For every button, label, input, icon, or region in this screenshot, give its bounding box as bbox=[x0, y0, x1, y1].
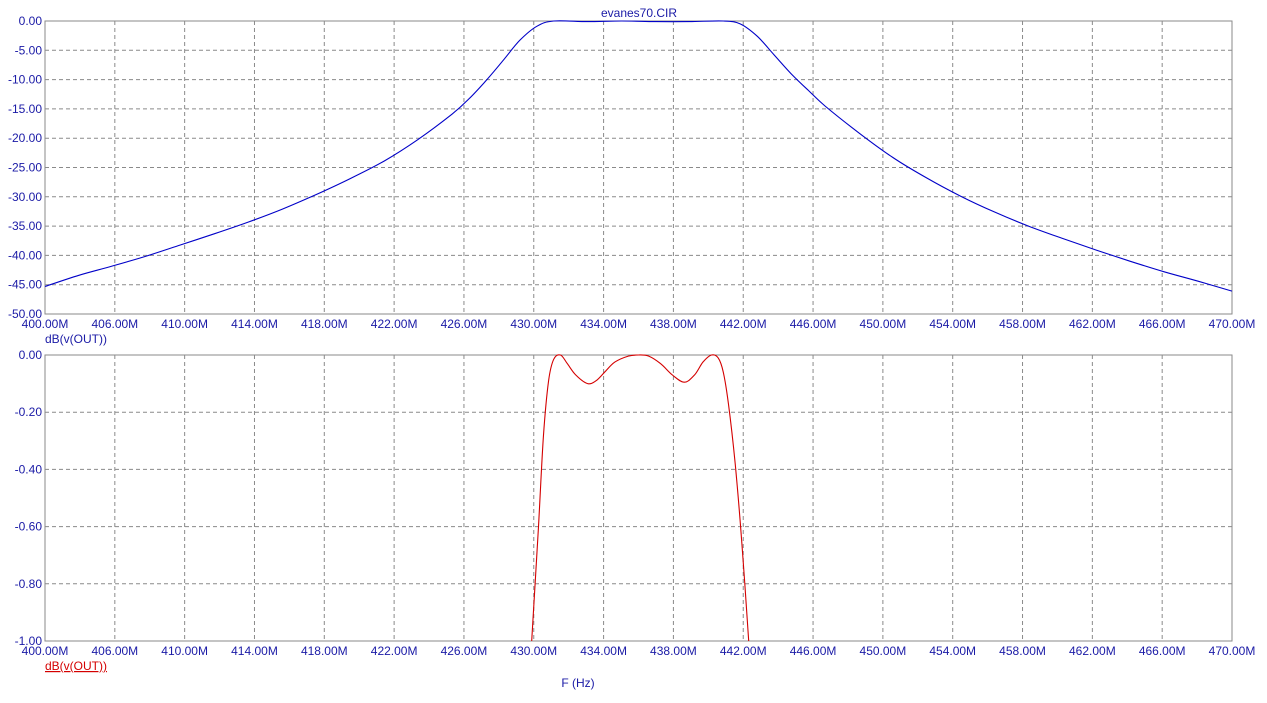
top-y-tick-label: -15.00 bbox=[8, 102, 42, 116]
bottom-x-tick-label: 418.00M bbox=[301, 644, 348, 658]
bottom-series-line-dB-vOUT bbox=[531, 354, 750, 642]
top-x-tick-label: 414.00M bbox=[231, 317, 278, 331]
top-x-tick-label: 422.00M bbox=[371, 317, 418, 331]
bottom-y-tick-labels: 0.00-0.20-0.40-0.60-0.80-1.00 bbox=[15, 348, 43, 648]
bottom-x-tick-label: 434.00M bbox=[580, 644, 627, 658]
top-grid bbox=[45, 21, 1232, 314]
top-y-tick-labels: 0.00 -5.00 -10.00 -15.00 -20.00 -25.00 -30.00 -… bbox=[8, 14, 42, 321]
bottom-y-tick-label: -0.20 bbox=[15, 405, 43, 419]
bottom-x-tick-labels: 400.00M 406.00M 410.00M 414.00M 418.00M 422.0… bbox=[22, 644, 1256, 658]
top-y-tick-label: -20.00 bbox=[8, 131, 42, 145]
top-y-tick-label: -35.00 bbox=[8, 219, 42, 233]
bottom-y-tick-label: 0.00 bbox=[19, 348, 43, 362]
top-x-tick-label: 426.00M bbox=[441, 317, 488, 331]
top-x-tick-label: 466.00M bbox=[1139, 317, 1186, 331]
bottom-x-tick-label: 466.00M bbox=[1139, 644, 1186, 658]
top-x-tick-label: 458.00M bbox=[999, 317, 1046, 331]
top-x-tick-label: 470.00M bbox=[1209, 317, 1256, 331]
bottom-x-tick-label: 470.00M bbox=[1209, 644, 1256, 658]
bottom-x-tick-label: 438.00M bbox=[650, 644, 697, 658]
bottom-x-tick-label: 426.00M bbox=[441, 644, 488, 658]
top-x-tick-label: 434.00M bbox=[580, 317, 627, 331]
bottom-x-tick-label: 442.00M bbox=[720, 644, 767, 658]
top-y-tick-label: -45.00 bbox=[8, 278, 42, 292]
top-x-tick-label: 438.00M bbox=[650, 317, 697, 331]
chart-area: evanes70.CIR 0.00 -5.00 -10.00 -15.00 -20.00… bbox=[8, 6, 1256, 690]
bottom-x-tick-label: 414.00M bbox=[231, 644, 278, 658]
chart-title: evanes70.CIR bbox=[601, 6, 677, 20]
bottom-x-tick-label: 410.00M bbox=[161, 644, 208, 658]
top-y-tick-label: -40.00 bbox=[8, 248, 42, 262]
bottom-x-tick-label: 454.00M bbox=[929, 644, 976, 658]
top-y-tick-label: -30.00 bbox=[8, 190, 42, 204]
top-x-tick-label: 406.00M bbox=[91, 317, 138, 331]
top-x-tick-label: 450.00M bbox=[860, 317, 907, 331]
x-axis-label: F (Hz) bbox=[561, 676, 594, 690]
top-x-tick-label: 410.00M bbox=[161, 317, 208, 331]
bottom-x-tick-label: 400.00M bbox=[22, 644, 69, 658]
bottom-y-tick-label: -0.80 bbox=[15, 577, 43, 591]
top-x-tick-label: 446.00M bbox=[790, 317, 837, 331]
top-y-tick-label: 0.00 bbox=[19, 14, 43, 28]
top-x-tick-label: 462.00M bbox=[1069, 317, 1116, 331]
bottom-plot: 0.00-0.20-0.40-0.60-0.80-1.00 400.00M 406… bbox=[15, 348, 1256, 690]
bottom-x-tick-label: 450.00M bbox=[860, 644, 907, 658]
bottom-y-tick-label: -0.40 bbox=[15, 462, 43, 476]
top-y-tick-label: -10.00 bbox=[8, 73, 42, 87]
top-y-tick-label: -25.00 bbox=[8, 161, 42, 175]
bottom-y-tick-label: -0.60 bbox=[15, 520, 43, 534]
bottom-x-tick-label: 422.00M bbox=[371, 644, 418, 658]
top-x-tick-label: 454.00M bbox=[929, 317, 976, 331]
bottom-plot-frame bbox=[44, 354, 1233, 642]
top-y-tick-label: -5.00 bbox=[15, 43, 43, 57]
top-x-tick-label: 442.00M bbox=[720, 317, 767, 331]
top-x-tick-label: 430.00M bbox=[510, 317, 557, 331]
top-x-tick-label: 400.00M bbox=[22, 317, 69, 331]
bottom-x-tick-label: 458.00M bbox=[999, 644, 1046, 658]
bottom-x-tick-label: 462.00M bbox=[1069, 644, 1116, 658]
top-x-tick-label: 418.00M bbox=[301, 317, 348, 331]
top-plot: evanes70.CIR 0.00 -5.00 -10.00 -15.00 -20.00… bbox=[8, 6, 1255, 346]
top-series-line-dB-vOUT bbox=[44, 20, 1233, 292]
bottom-x-tick-label: 446.00M bbox=[790, 644, 837, 658]
top-x-tick-labels: 400.00M 406.00M 410.00M 414.00M 418.00M 422.0… bbox=[22, 317, 1256, 331]
bottom-series-label: dB(v(OUT)) bbox=[45, 659, 107, 673]
bottom-x-tick-label: 406.00M bbox=[91, 644, 138, 658]
top-series-label: dB(v(OUT)) bbox=[45, 332, 107, 346]
bottom-grid bbox=[45, 355, 1232, 641]
bottom-x-tick-label: 430.00M bbox=[510, 644, 557, 658]
